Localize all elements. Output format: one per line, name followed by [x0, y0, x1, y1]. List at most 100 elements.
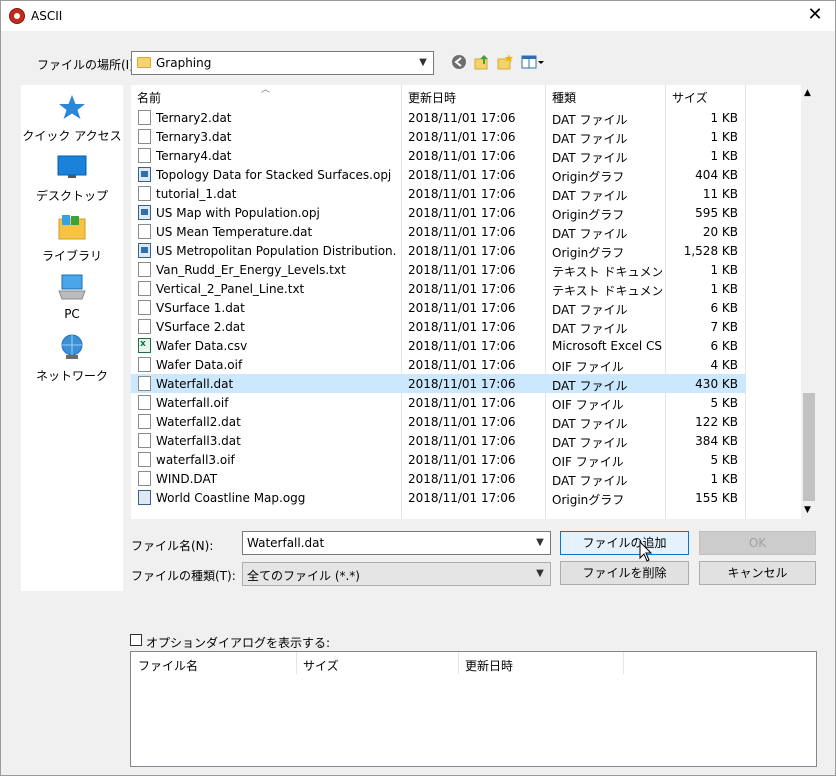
file-row[interactable]: Topology Data for Stacked Surfaces.opj 20… [131, 165, 746, 184]
file-row[interactable]: Waterfall.dat 2018/11/01 17:06 DAT ファイル 430… [131, 374, 746, 393]
pc-icon [57, 273, 87, 301]
file-row[interactable]: WIND.DAT 2018/11/01 17:06 DAT ファイル 1 KB [131, 469, 746, 488]
file-size-cell: 20 KB [702, 225, 738, 239]
file-dat-icon [138, 148, 151, 163]
place-network[interactable]: ネットワーク [21, 333, 123, 389]
bottom-column-size-header[interactable]: サイズ [303, 657, 339, 674]
show-options-checkbox[interactable] [130, 634, 142, 646]
file-date-cell: 2018/11/01 17:06 [408, 225, 516, 239]
file-row[interactable]: waterfall3.oif 2018/11/01 17:06 OIF ファイル 5 … [131, 450, 746, 469]
filename-label: ファイル名(N): [131, 539, 214, 553]
file-ogg-icon [138, 490, 151, 505]
file-row[interactable]: Waterfall3.dat 2018/11/01 17:06 DAT ファイル 38… [131, 431, 746, 450]
file-row[interactable]: US Map with Population.opj 2018/11/01 17:… [131, 203, 746, 222]
file-dat-icon [138, 452, 151, 467]
file-dat-icon [138, 300, 151, 315]
file-date-cell: 2018/11/01 17:06 [408, 301, 516, 315]
place-quick-access[interactable]: クイック アクセス [21, 93, 123, 149]
bottom-column-name-header[interactable]: ファイル名 [138, 657, 198, 674]
file-list[interactable]: 名前 ︿ 更新日時 種類 サイズ Ternary2.dat 2018/11/01 … [131, 85, 817, 519]
chevron-down-icon[interactable]: ▼ [534, 567, 546, 581]
place-desktop[interactable]: デスクトップ [21, 153, 123, 209]
file-row[interactable]: Ternary4.dat 2018/11/01 17:06 DAT ファイル 1 KB [131, 146, 746, 165]
file-size-cell: 5 KB [710, 396, 738, 410]
place-library[interactable]: ライブラリ [21, 213, 123, 269]
file-row[interactable]: Ternary3.dat 2018/11/01 17:06 DAT ファイル 1 KB [131, 127, 746, 146]
file-name-cell: Wafer Data.oif [156, 358, 243, 372]
column-type-header[interactable]: 種類 [552, 89, 576, 106]
file-date-cell: 2018/11/01 17:06 [408, 320, 516, 334]
ok-button[interactable]: OK [699, 531, 816, 555]
file-date-cell: 2018/11/01 17:06 [408, 130, 516, 144]
file-type-cell: OIF ファイル [552, 398, 624, 412]
place-pc[interactable]: PC [21, 273, 123, 329]
file-row[interactable]: Van_Rudd_Er_Energy_Levels.txt 2018/11/01 … [131, 260, 746, 279]
file-type-cell: DAT ファイル [552, 417, 628, 431]
file-name-cell: WIND.DAT [156, 472, 218, 486]
scroll-down-icon[interactable]: ▼ [804, 505, 811, 515]
filetype-combo[interactable]: 全てのファイル (*.*) ▼ [242, 562, 551, 586]
file-row[interactable]: Ternary2.dat 2018/11/01 17:06 DAT ファイル 1 KB [131, 108, 746, 127]
file-type-cell: DAT ファイル [552, 322, 628, 336]
chevron-down-icon[interactable]: ▼ [534, 536, 546, 550]
file-size-cell: 1 KB [710, 111, 738, 125]
remove-file-button[interactable]: ファイルを削除 [560, 561, 689, 585]
file-row[interactable]: Vertical_2_Panel_Line.txt 2018/11/01 17:0… [131, 279, 746, 298]
added-files-list[interactable]: ファイル名 サイズ 更新日時 [130, 651, 817, 767]
file-name-cell: Ternary3.dat [156, 130, 232, 144]
window-title: ASCII [31, 9, 63, 23]
file-dat-icon [138, 414, 151, 429]
file-name-cell: US Mean Temperature.dat [156, 225, 313, 239]
bottom-column-date-header[interactable]: 更新日時 [465, 657, 513, 674]
up-folder-icon[interactable] [473, 53, 491, 71]
file-row[interactable]: VSurface 2.dat 2018/11/01 17:06 DAT ファイル 7 … [131, 317, 746, 336]
file-dat-icon [138, 281, 151, 296]
file-type-cell: DAT ファイル [552, 474, 628, 488]
new-folder-icon[interactable] [496, 53, 514, 71]
file-row[interactable]: US Mean Temperature.dat 2018/11/01 17:06 D… [131, 222, 746, 241]
file-date-cell: 2018/11/01 17:06 [408, 415, 516, 429]
file-date-cell: 2018/11/01 17:06 [408, 472, 516, 486]
file-size-cell: 122 KB [695, 415, 738, 429]
vertical-scrollbar[interactable]: ▲ ▼ [801, 85, 817, 519]
file-row[interactable]: Wafer Data.oif 2018/11/01 17:06 OIF ファイル 4 … [131, 355, 746, 374]
folder-icon [137, 57, 151, 68]
file-row[interactable]: tutorial_1.dat 2018/11/01 17:06 DAT ファイル 11… [131, 184, 746, 203]
file-date-cell: 2018/11/01 17:06 [408, 263, 516, 277]
close-icon[interactable]: ✕ [803, 4, 827, 28]
scroll-thumb[interactable] [803, 393, 815, 501]
column-size-header[interactable]: サイズ [672, 89, 708, 106]
file-type-cell: DAT ファイル [552, 436, 628, 450]
file-type-cell: DAT ファイル [552, 113, 628, 127]
file-size-cell: 7 KB [710, 320, 738, 334]
file-row[interactable]: VSurface 1.dat 2018/11/01 17:06 DAT ファイル 6 … [131, 298, 746, 317]
file-size-cell: 6 KB [710, 339, 738, 353]
add-file-button[interactable]: ファイルの追加 [560, 531, 689, 555]
show-options-label[interactable]: オプションダイアログを表示する: [146, 634, 330, 651]
file-date-cell: 2018/11/01 17:06 [408, 358, 516, 372]
location-combo[interactable]: Graphing ▼ [131, 51, 434, 75]
column-name-header[interactable]: 名前 [137, 89, 161, 106]
file-name-cell: Waterfall.dat [156, 377, 234, 391]
filetype-label: ファイルの種類(T): [131, 569, 236, 583]
file-size-cell: 1 KB [710, 149, 738, 163]
cancel-button[interactable]: キャンセル [699, 561, 816, 585]
file-row[interactable]: Waterfall.oif 2018/11/01 17:06 OIF ファイル 5 K… [131, 393, 746, 412]
filename-combo[interactable]: Waterfall.dat ▼ [242, 531, 551, 555]
scroll-up-icon[interactable]: ▲ [804, 88, 811, 98]
file-row[interactable]: US Metropolitan Population Distribution.… [131, 241, 746, 260]
place-label: PC [64, 307, 80, 321]
file-row[interactable]: Wafer Data.csv 2018/11/01 17:06 Microsoft … [131, 336, 746, 355]
file-row[interactable]: World Coastline Map.ogg 2018/11/01 17:06 O… [131, 488, 746, 507]
file-name-cell: Ternary4.dat [156, 149, 232, 163]
file-date-cell: 2018/11/01 17:06 [408, 396, 516, 410]
file-date-cell: 2018/11/01 17:06 [408, 377, 516, 391]
view-menu-icon[interactable] [520, 53, 546, 71]
column-date-header[interactable]: 更新日時 [408, 89, 456, 106]
sort-ascending-icon: ︿ [261, 85, 271, 95]
file-row[interactable]: Waterfall2.dat 2018/11/01 17:06 DAT ファイル 12… [131, 412, 746, 431]
file-size-cell: 4 KB [710, 358, 738, 372]
file-size-cell: 5 KB [710, 453, 738, 467]
back-icon[interactable] [450, 53, 468, 71]
file-dat-icon [138, 376, 151, 391]
